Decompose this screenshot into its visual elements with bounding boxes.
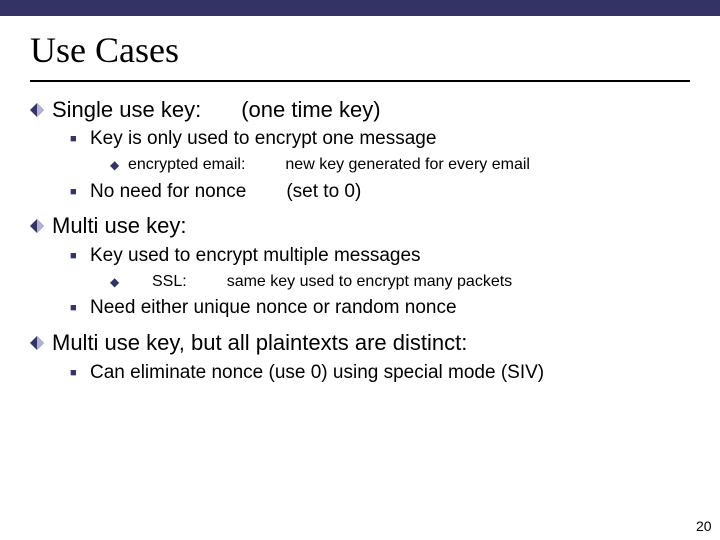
- square-bullet-icon: ■: [70, 366, 90, 380]
- bullet-level1: Multi use key, but all plaintexts are di…: [30, 329, 690, 357]
- accent-bar: [0, 0, 720, 16]
- bullet-text: Key is only used to encrypt one message: [90, 127, 436, 152]
- bullet-level2: ■ Key used to encrypt multiple messages: [70, 244, 690, 269]
- page-number: 20: [696, 519, 710, 534]
- diamond-bullet-icon: [30, 103, 52, 117]
- square-bullet-icon: ■: [70, 185, 90, 199]
- bullet-text: Can eliminate nonce (use 0) using specia…: [90, 361, 544, 386]
- bullet-text: Multi use key:: [52, 212, 187, 240]
- bullet-level2: ■ No need for nonce(set to 0): [70, 180, 690, 205]
- bullet-text: No need for nonce(set to 0): [90, 180, 361, 205]
- bullet-text: SSL:same key used to encrypt many packet…: [128, 272, 512, 293]
- diamond-bullet-icon: [30, 219, 52, 233]
- square-bullet-icon: ■: [70, 132, 90, 146]
- square-bullet-icon: ■: [70, 301, 90, 315]
- bullet-level1: Multi use key:: [30, 212, 690, 240]
- bullet-level2: ■ Key is only used to encrypt one messag…: [70, 127, 690, 152]
- bullet-text: Single use key:(one time key): [52, 96, 381, 124]
- title-underline: [30, 80, 690, 82]
- bullet-level2: ■ Can eliminate nonce (use 0) using spec…: [70, 361, 690, 386]
- bullet-level1: Single use key:(one time key): [30, 96, 690, 124]
- square-bullet-icon: ■: [70, 249, 90, 263]
- slide-body: Use Cases Single use key:(one time key) …: [0, 16, 720, 385]
- bullet-level3: ◆ encrypted email:new key generated for …: [110, 155, 690, 176]
- bullet-text: Key used to encrypt multiple messages: [90, 244, 421, 269]
- bullet-level3: ◆ SSL:same key used to encrypt many pack…: [110, 272, 690, 293]
- diamond-bullet-icon: [30, 336, 52, 350]
- bullet-text: Multi use key, but all plaintexts are di…: [52, 329, 467, 357]
- bullet-text: Need either unique nonce or random nonce: [90, 296, 457, 321]
- slide-title: Use Cases: [30, 32, 690, 76]
- dot-bullet-icon: ◆: [110, 275, 128, 291]
- bullet-text: encrypted email:new key generated for ev…: [128, 155, 530, 176]
- dot-bullet-icon: ◆: [110, 158, 128, 174]
- bullet-level2: ■ Need either unique nonce or random non…: [70, 296, 690, 321]
